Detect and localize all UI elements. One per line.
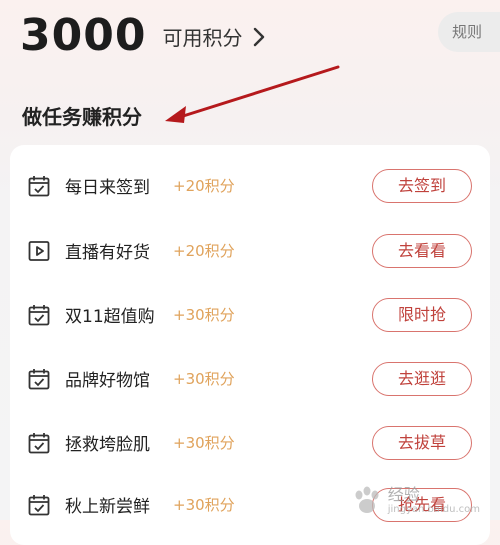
task-reward: +30积分 [173, 495, 235, 514]
annotation-arrow-icon [165, 65, 340, 123]
task-name: 直播有好货 [65, 242, 150, 263]
task-button-live[interactable]: 去看看 [372, 234, 472, 268]
watermark-text: 经验 [387, 485, 420, 504]
task-button-skincare[interactable]: 去拔草 [372, 426, 472, 460]
task-name: 拯救垮脸肌 [65, 434, 150, 455]
task-item-brand: 品牌好物馆 +30积分 去逛逛 [10, 358, 490, 398]
task-item-live: 直播有好货 +20积分 去看看 [10, 230, 490, 270]
calendar-check-icon [27, 493, 51, 517]
task-item-skincare: 拯救垮脸肌 +30积分 去拔草 [10, 422, 490, 462]
task-name: 秋上新尝鲜 [65, 496, 150, 517]
calendar-check-icon [27, 303, 51, 327]
calendar-check-icon [27, 367, 51, 391]
calendar-check-icon [27, 174, 51, 198]
task-name: 品牌好物馆 [65, 370, 150, 391]
watermark: 经验 jingyan.baidu.com [350, 484, 480, 518]
task-name: 双11超值购 [65, 306, 155, 327]
task-button-double11[interactable]: 限时抢 [372, 298, 472, 332]
task-item-checkin: 每日来签到 +20积分 去签到 [10, 165, 490, 205]
task-button-brand[interactable]: 去逛逛 [372, 362, 472, 396]
watermark-sub: jingyan.baidu.com [387, 504, 480, 515]
play-icon [27, 239, 51, 263]
paw-logo-icon [350, 484, 384, 518]
task-reward: +30积分 [173, 305, 235, 324]
task-reward: +20积分 [173, 241, 235, 260]
calendar-check-icon [27, 431, 51, 455]
task-name: 每日来签到 [65, 177, 150, 198]
task-item-double11: 双11超值购 +30积分 限时抢 [10, 294, 490, 334]
task-reward: +30积分 [173, 433, 235, 452]
task-reward: +30积分 [173, 369, 235, 388]
task-button-checkin[interactable]: 去签到 [372, 169, 472, 203]
task-reward: +20积分 [173, 176, 235, 195]
